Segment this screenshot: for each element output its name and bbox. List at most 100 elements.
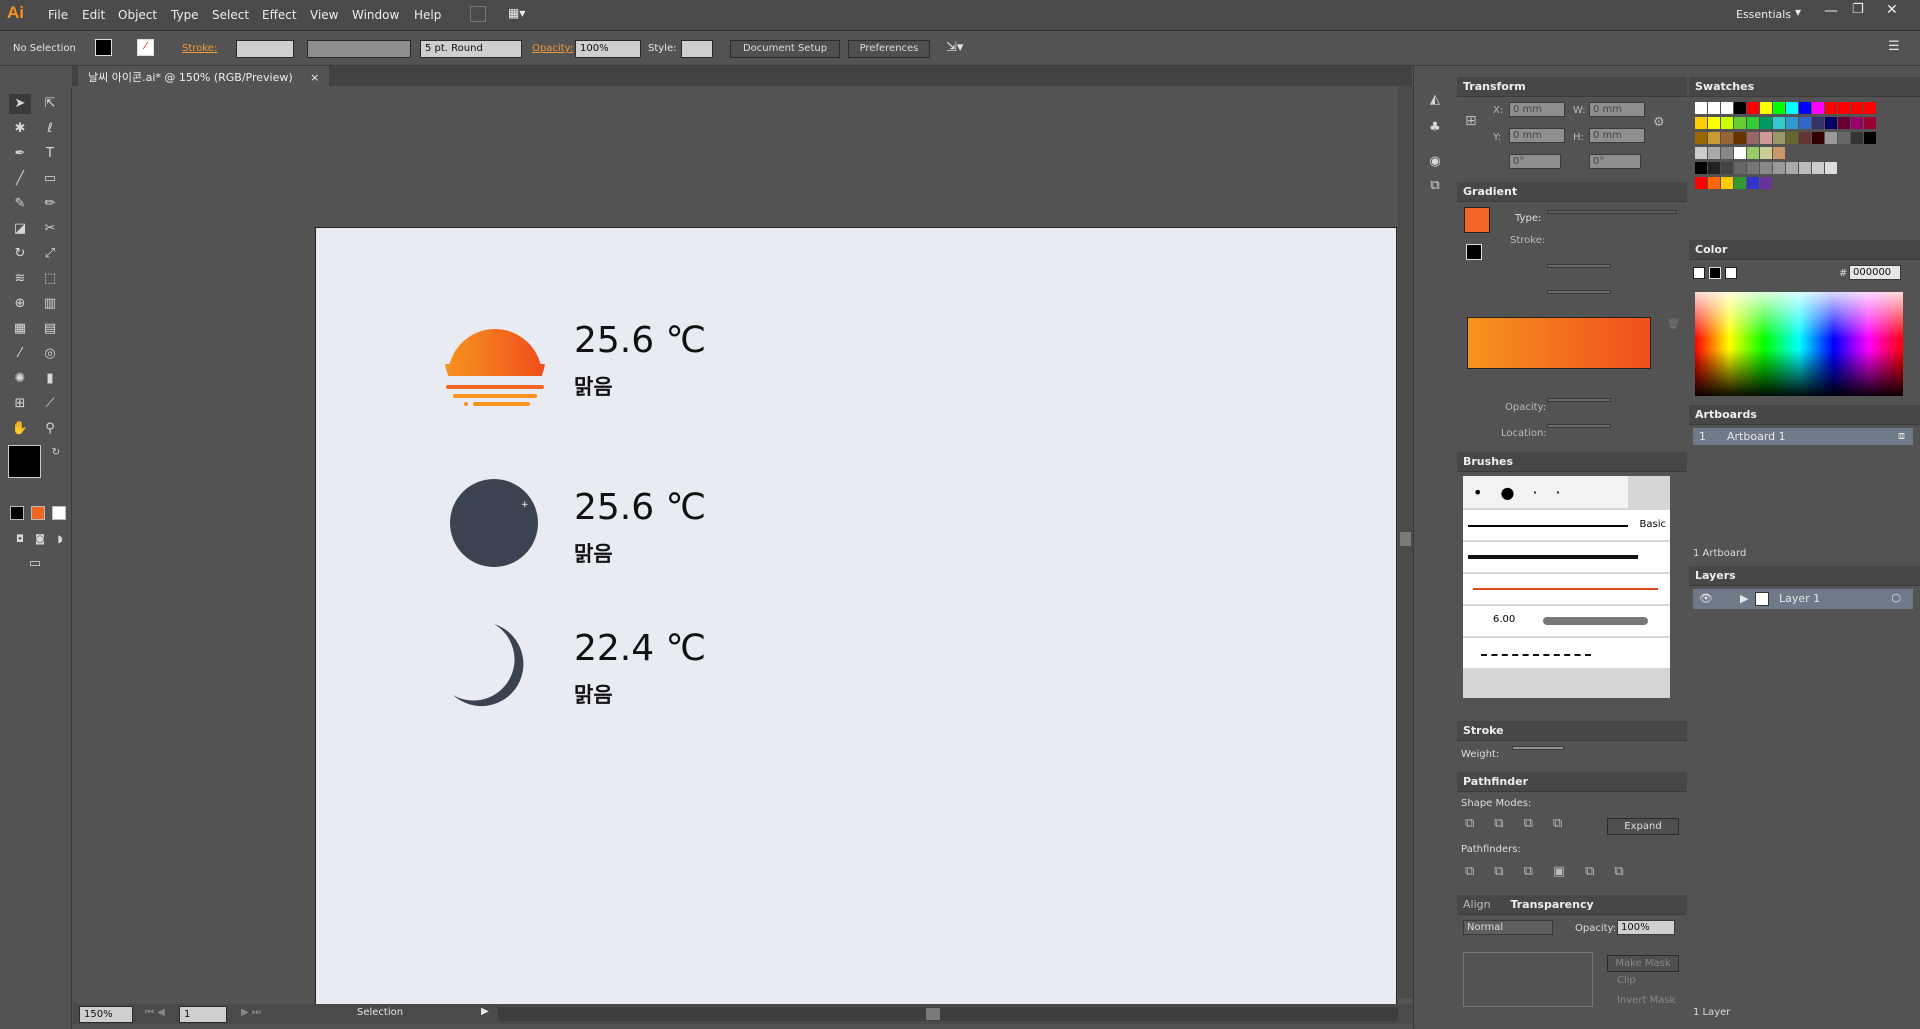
stroke-swatch[interactable]: ⁄ [137, 39, 154, 56]
swatch-chip[interactable] [1799, 102, 1811, 114]
draw-behind-icon[interactable]: ◙ [29, 530, 51, 550]
transform-header[interactable]: Transform [1457, 77, 1687, 97]
black-swatch[interactable] [1709, 267, 1721, 279]
arrange-documents-icon[interactable]: ▦▾ [508, 6, 525, 20]
stroke-label[interactable]: Stroke: [182, 43, 217, 61]
swatch-chip[interactable] [1773, 117, 1785, 129]
swatch-chip[interactable] [1747, 177, 1759, 189]
menu-type[interactable]: Type [171, 8, 199, 22]
gradient-tool-icon[interactable]: ▤ [39, 319, 61, 339]
screen-mode-icon[interactable]: ▭ [24, 554, 46, 574]
stroke-weight-field[interactable] [236, 40, 294, 58]
current-tool-status[interactable]: Selection [357, 1007, 403, 1018]
swatch-chip[interactable] [1786, 102, 1798, 114]
swatch-chip[interactable] [1760, 177, 1772, 189]
type-dropdown[interactable] [1547, 210, 1677, 214]
swatch-chip[interactable] [1838, 117, 1850, 129]
expand-layer-icon[interactable]: ▶ [1740, 592, 1748, 605]
swatch-chip[interactable] [1773, 162, 1785, 174]
swatch-chip[interactable] [1708, 162, 1720, 174]
restore-icon[interactable]: ❐ [1852, 2, 1864, 17]
weather-cond-3[interactable]: 맑음 [574, 679, 613, 709]
symbols-icon[interactable]: ♣ [1424, 118, 1446, 138]
brush-library-list[interactable]: •●·· Basic 6.00 [1463, 476, 1670, 698]
stroke-header[interactable]: Stroke [1457, 721, 1687, 741]
swatch-chip[interactable] [1838, 132, 1850, 144]
swatch-chip[interactable] [1708, 177, 1720, 189]
blend-mode-dropdown[interactable]: Normal [1463, 920, 1553, 935]
swatch-chip[interactable] [1747, 132, 1759, 144]
swatch-chip[interactable] [1734, 117, 1746, 129]
preferences-button[interactable]: Preferences [848, 40, 930, 58]
swatch-chip[interactable] [1773, 102, 1785, 114]
swatch-chip[interactable] [1734, 147, 1746, 159]
swatches-header[interactable]: Swatches [1689, 77, 1920, 97]
minimize-icon[interactable]: — [1824, 3, 1838, 19]
transparency-tab[interactable]: Transparency [1510, 898, 1593, 911]
swatch-chip[interactable] [1747, 117, 1759, 129]
swatch-chip[interactable] [1760, 162, 1772, 174]
swatch-chip[interactable] [1708, 102, 1720, 114]
artboard-row[interactable]: 1 Artboard 1 ⧈ [1693, 428, 1913, 445]
swap-colors-icon[interactable]: ↻ [45, 443, 67, 463]
brush-row-calligraphic[interactable]: •●·· [1463, 476, 1628, 508]
gradient-swatch[interactable] [1464, 207, 1490, 233]
delete-stop-icon[interactable]: 🗑 [1667, 319, 1680, 330]
artboard-tool-icon[interactable]: ⊞ [9, 394, 31, 414]
panel-menu-icon[interactable]: ☰ [1888, 39, 1900, 57]
transparency-opacity-field[interactable]: 100% [1617, 920, 1675, 935]
swatch-chip[interactable] [1760, 117, 1772, 129]
swatch-chip[interactable] [1812, 162, 1824, 174]
rotate-tool-icon[interactable]: ↻ [9, 244, 31, 264]
swatch-chip[interactable] [1864, 132, 1876, 144]
swatch-chip[interactable] [1721, 117, 1733, 129]
brushes-header[interactable]: Brushes [1457, 452, 1687, 472]
magic-wand-tool-icon[interactable]: ✱ [9, 119, 31, 139]
swatch-chip[interactable] [1747, 102, 1759, 114]
gradient-mode-icon[interactable] [31, 506, 45, 520]
fill-color-box[interactable] [8, 445, 41, 478]
weather-cond-2[interactable]: 맑음 [574, 538, 613, 568]
menu-window[interactable]: Window [352, 8, 399, 22]
zoom-tool-icon[interactable]: ⚲ [39, 419, 61, 439]
layer-name[interactable]: Layer 1 [1779, 592, 1820, 605]
w-field[interactable]: 0 mm [1589, 102, 1645, 117]
pathfinder-header[interactable]: Pathfinder [1457, 772, 1687, 792]
swatch-chip[interactable] [1721, 132, 1733, 144]
brush-row-basic[interactable]: Basic [1463, 510, 1670, 540]
scale-tool-icon[interactable]: ⤢ [39, 244, 61, 264]
mask-thumbnail[interactable] [1463, 952, 1593, 1007]
tab-close-icon[interactable]: × [310, 71, 319, 84]
weight-field[interactable] [1512, 746, 1564, 750]
expand-button[interactable]: Expand [1607, 818, 1679, 835]
menu-edit[interactable]: Edit [82, 8, 105, 22]
horizontal-scrollbar[interactable] [498, 1007, 1398, 1021]
prev-artboard-icon[interactable]: ⏮ ◀ [145, 1007, 165, 1018]
menu-file[interactable]: File [48, 8, 68, 22]
swatch-chip[interactable] [1721, 162, 1733, 174]
swatch-chip[interactable] [1786, 162, 1798, 174]
aspect-field[interactable] [1547, 290, 1611, 294]
document-tab[interactable]: 날씨 아이콘.ai* @ 150% (RGB/Preview) × [78, 66, 330, 86]
swatch-chip[interactable] [1747, 162, 1759, 174]
brush-row-bristle[interactable]: 6.00 [1463, 606, 1670, 636]
weather-temp-2[interactable]: 25.6 ℃ [574, 487, 706, 528]
variable-width-profile[interactable] [307, 40, 411, 58]
swatch-chip[interactable] [1773, 132, 1785, 144]
graphic-styles-icon[interactable]: ◉ [1424, 152, 1446, 172]
swatch-chip[interactable] [1721, 147, 1733, 159]
swatch-chip[interactable] [1708, 132, 1720, 144]
swatch-chip[interactable] [1695, 162, 1707, 174]
h-field[interactable]: 0 mm [1589, 128, 1645, 143]
white-swatch[interactable] [1725, 267, 1737, 279]
hand-tool-icon[interactable]: ✋ [9, 419, 31, 439]
swatch-chip[interactable] [1734, 162, 1746, 174]
weather-temp-1[interactable]: 25.6 ℃ [574, 320, 706, 361]
swatch-chip[interactable] [1773, 147, 1785, 159]
menu-help[interactable]: Help [414, 8, 441, 22]
swatch-chip[interactable] [1786, 132, 1798, 144]
y-field[interactable]: 0 mm [1509, 128, 1565, 143]
mesh-tool-icon[interactable]: ▦ [9, 319, 31, 339]
menu-object[interactable]: Object [118, 8, 157, 22]
swatch-chip[interactable] [1864, 117, 1876, 129]
